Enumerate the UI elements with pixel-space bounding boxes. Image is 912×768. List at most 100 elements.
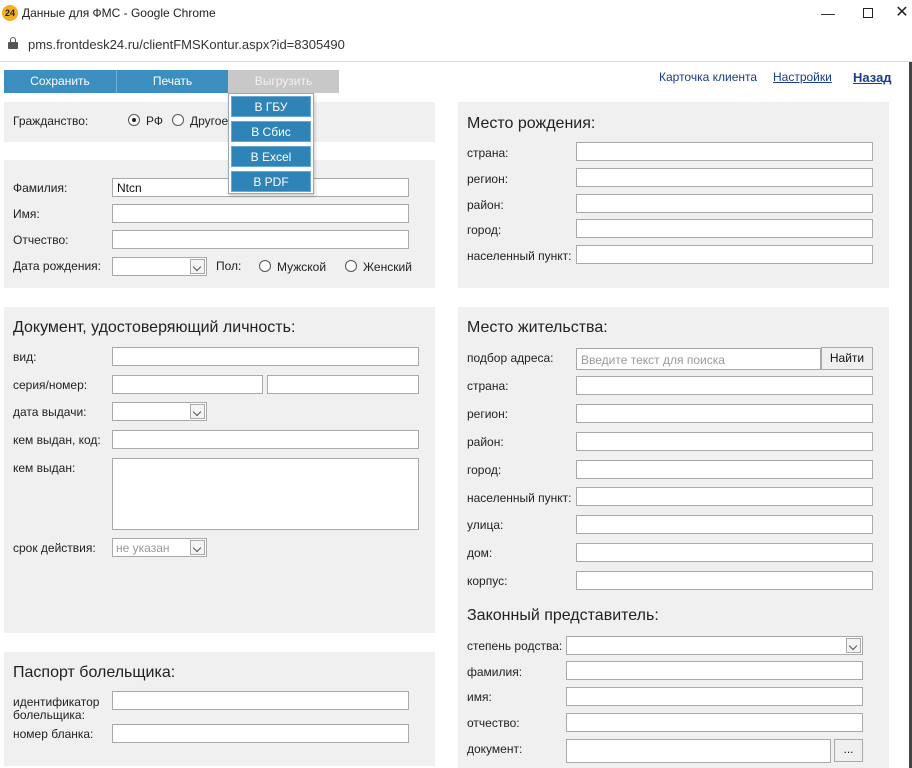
doc-type-label: вид: xyxy=(13,350,37,364)
fan-form-number-input[interactable] xyxy=(112,724,409,743)
doc-issuer-code-input[interactable] xyxy=(112,430,419,449)
birthplace-region-input[interactable] xyxy=(576,168,873,187)
gender-male-radio[interactable] xyxy=(259,260,271,272)
doc-issue-date-label: дата выдачи: xyxy=(13,405,87,419)
citizenship-other-radio[interactable] xyxy=(172,114,184,126)
export-excel-item[interactable]: В Excel xyxy=(231,146,311,167)
rep-name-input[interactable] xyxy=(566,687,863,706)
birthplace-city-input[interactable] xyxy=(576,219,873,238)
patronymic-input[interactable] xyxy=(112,230,409,249)
residence-building-input[interactable] xyxy=(576,571,873,590)
doc-series-input[interactable] xyxy=(112,375,263,394)
patronymic-label: Отчество: xyxy=(13,233,69,247)
chevron-down-icon xyxy=(846,638,861,653)
citizenship-rf-label: РФ xyxy=(146,114,163,128)
relation-label: степень родства: xyxy=(467,639,563,653)
rep-surname-label: фамилия: xyxy=(467,665,523,679)
birthplace-city-label: город: xyxy=(467,223,502,237)
citizenship-label: Гражданство: xyxy=(13,114,89,128)
close-button[interactable]: ✕ xyxy=(892,3,912,23)
window-title: Данные для ФМС - Google Chrome xyxy=(22,6,216,20)
minimize-button[interactable]: — xyxy=(818,3,838,23)
rep-surname-input[interactable] xyxy=(566,661,863,680)
rep-document-input[interactable] xyxy=(566,739,831,763)
residence-district-input[interactable] xyxy=(576,432,873,451)
export-pdf-item[interactable]: В PDF xyxy=(231,171,311,192)
residence-country-label: страна: xyxy=(467,379,509,393)
save-button[interactable]: Сохранить xyxy=(4,70,116,93)
gender-label: Пол: xyxy=(216,259,242,273)
address-search-input[interactable]: Введите текст для поиска xyxy=(576,348,821,370)
rep-document-label: документ: xyxy=(467,742,523,756)
residence-street-input[interactable] xyxy=(576,515,873,534)
relation-select[interactable] xyxy=(566,636,863,655)
residence-locality-input[interactable] xyxy=(576,487,873,506)
rep-patronymic-label: отчество: xyxy=(467,716,520,730)
citizenship-rf-radio[interactable] xyxy=(128,114,140,126)
rep-document-browse-button[interactable]: ... xyxy=(834,739,863,762)
rep-patronymic-input[interactable] xyxy=(566,713,863,732)
birthplace-locality-input[interactable] xyxy=(576,245,873,264)
doc-issue-date-select[interactable] xyxy=(112,402,207,421)
doc-type-input[interactable] xyxy=(112,347,419,366)
name-label: Имя: xyxy=(13,207,40,221)
residence-title: Место жительства: xyxy=(467,319,608,336)
residence-building-label: корпус: xyxy=(467,574,508,588)
doc-validity-value: не указан xyxy=(116,541,170,555)
residence-city-input[interactable] xyxy=(576,460,873,479)
doc-validity-label: срок действия: xyxy=(13,541,96,555)
birthdate-label: Дата рождения: xyxy=(13,259,101,273)
doc-validity-select[interactable]: не указан xyxy=(112,538,207,557)
doc-series-label: серия/номер: xyxy=(13,378,88,392)
gender-male-label: Мужской xyxy=(277,260,327,274)
birthdate-select[interactable] xyxy=(112,257,207,276)
client-card-link[interactable]: Карточка клиента xyxy=(659,70,757,84)
doc-issuer-textarea[interactable] xyxy=(112,458,419,530)
residence-district-label: район: xyxy=(467,435,504,449)
doc-issuer-label: кем выдан: xyxy=(13,461,76,475)
birthplace-region-label: регион: xyxy=(467,172,509,186)
doc-issuer-code-label: кем выдан, код: xyxy=(13,433,101,447)
birthplace-country-input[interactable] xyxy=(576,142,873,161)
birthplace-district-input[interactable] xyxy=(576,194,873,213)
lock-icon[interactable] xyxy=(8,37,18,49)
representative-title: Законный представитель: xyxy=(467,607,659,624)
document-title: Документ, удостоверяющий личность: xyxy=(13,319,296,336)
app-logo-icon: 24 xyxy=(2,5,18,21)
maximize-icon xyxy=(863,8,873,18)
citizenship-other-label: Другое xyxy=(190,114,229,128)
residence-country-input[interactable] xyxy=(576,376,873,395)
rep-name-label: имя: xyxy=(467,690,492,704)
back-link[interactable]: Назад xyxy=(853,70,892,85)
name-input[interactable] xyxy=(112,204,409,223)
chevron-down-icon xyxy=(190,540,205,555)
chevron-down-icon xyxy=(190,259,205,274)
residence-street-label: улица: xyxy=(467,518,504,532)
gender-female-radio[interactable] xyxy=(345,260,357,272)
birthplace-title: Место рождения: xyxy=(467,115,596,132)
gender-female-label: Женский xyxy=(363,260,412,274)
birthplace-district-label: район: xyxy=(467,198,504,212)
fan-id-label-2: болельщика: xyxy=(13,708,85,722)
residence-locality-label: населенный пункт: xyxy=(467,491,572,505)
export-dropdown-menu: В ГБУ В Сбис В Excel В PDF xyxy=(228,93,314,194)
birthplace-locality-label: населенный пункт: xyxy=(467,249,572,263)
print-button[interactable]: Печать xyxy=(116,70,228,93)
fan-form-number-label: номер бланка: xyxy=(13,727,94,741)
find-button[interactable]: Найти xyxy=(821,347,873,370)
settings-link[interactable]: Настройки xyxy=(773,70,832,84)
residence-house-input[interactable] xyxy=(576,543,873,562)
chevron-down-icon xyxy=(190,404,205,419)
export-sbis-item[interactable]: В Сбис xyxy=(231,121,311,142)
export-gbu-item[interactable]: В ГБУ xyxy=(231,96,311,117)
residence-house-label: дом: xyxy=(467,546,493,560)
surname-label: Фамилия: xyxy=(13,181,68,195)
maximize-button[interactable] xyxy=(858,3,878,23)
fan-id-label-1: идентификатор xyxy=(13,695,100,709)
doc-number-input[interactable] xyxy=(267,375,419,394)
residence-region-input[interactable] xyxy=(576,404,873,423)
fan-id-input[interactable] xyxy=(112,691,409,710)
url-text[interactable]: pms.frontdesk24.ru/clientFMSKontur.aspx?… xyxy=(28,37,345,52)
export-button[interactable]: Выгрузить xyxy=(228,70,339,93)
residence-region-label: регион: xyxy=(467,407,509,421)
